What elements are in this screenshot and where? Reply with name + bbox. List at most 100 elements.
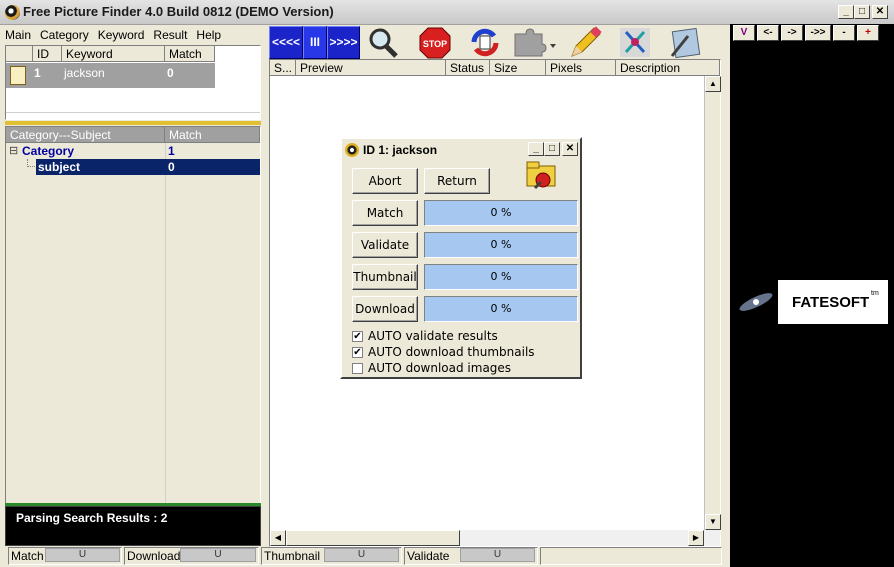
results-col-pixels[interactable]: Pixels: [546, 60, 616, 76]
column-divider: [165, 143, 166, 503]
brand-trademark: tm: [871, 290, 879, 297]
dialog-maximize-button[interactable]: □: [544, 142, 560, 156]
status-message: Parsing Search Results : 2: [16, 511, 168, 525]
title-bar[interactable]: Free Picture Finder 4.0 Build 0812 (DEMO…: [0, 0, 894, 25]
brand-name: FATESOFT: [792, 294, 870, 311]
dialog-app-icon: [345, 143, 359, 157]
grid-divider: [6, 112, 260, 113]
keyword-grid[interactable]: ID Keyword Match 1 jackson 0: [5, 45, 261, 120]
zoom-in-button[interactable]: +: [857, 25, 879, 41]
validate-button[interactable]: Validate: [352, 232, 418, 258]
menu-keyword[interactable]: Keyword: [93, 25, 149, 42]
status-download-bar: U: [180, 548, 256, 562]
pause-button[interactable]: III: [303, 26, 327, 59]
status-thumbnail-bar: U: [324, 548, 399, 562]
scroll-down-icon[interactable]: ▼: [705, 514, 721, 530]
search-icon[interactable]: [366, 26, 400, 59]
auto-validate-label: AUTO validate results: [368, 329, 498, 343]
return-button[interactable]: Return: [424, 168, 490, 194]
progress-dialog: ID 1: jackson _ □ ✕ Abort Return Match 0…: [340, 137, 582, 379]
keyword-col-keyword[interactable]: Keyword: [62, 46, 165, 62]
window-title: Free Picture Finder 4.0 Build 0812 (DEMO…: [23, 4, 334, 19]
horizontal-scrollbar[interactable]: ◀ ▶: [270, 530, 720, 546]
view-button[interactable]: V: [733, 25, 755, 41]
results-col-size[interactable]: Size: [490, 60, 546, 76]
maximize-button[interactable]: □: [854, 5, 870, 19]
dialog-close-button[interactable]: ✕: [562, 142, 578, 156]
forward-button[interactable]: ->: [781, 25, 803, 41]
keyword-col-match[interactable]: Match: [165, 46, 215, 62]
menu-category[interactable]: Category: [35, 25, 93, 42]
auto-thumbnails-label: AUTO download thumbnails: [368, 345, 535, 359]
tools-icon[interactable]: [668, 26, 702, 59]
back-button[interactable]: <-: [757, 25, 779, 41]
status-match-label: Match: [11, 549, 44, 563]
status-panel: Parsing Search Results : 2: [5, 506, 261, 546]
auto-thumbnails-checkbox[interactable]: ✔: [352, 347, 363, 358]
category-grid[interactable]: Category---Subject Match ⊟ Category 1 su…: [5, 126, 261, 504]
results-col-status-short[interactable]: S...: [270, 60, 296, 76]
menu-result[interactable]: Result: [148, 25, 191, 42]
keyword-text: jackson: [64, 66, 105, 80]
refresh-icon[interactable]: [468, 26, 502, 59]
subject-row[interactable]: subject 0: [36, 159, 260, 175]
scroll-left-icon[interactable]: ◀: [270, 530, 286, 546]
keyword-col-icon[interactable]: [6, 46, 33, 62]
splitter[interactable]: [5, 121, 261, 125]
auto-images-label: AUTO download images: [368, 361, 512, 375]
folder-search-icon: [525, 158, 559, 192]
match-progress: 0 %: [424, 200, 578, 226]
download-button[interactable]: Download: [352, 296, 418, 322]
stop-icon[interactable]: STOP: [418, 26, 452, 59]
forward-end-button[interactable]: ->>: [805, 25, 831, 41]
status-match-bar: U: [45, 548, 120, 562]
category-label: Category: [22, 144, 75, 158]
collapse-icon[interactable]: ⊟: [9, 144, 18, 157]
close-button[interactable]: ✕: [872, 5, 888, 19]
next-page-button[interactable]: >>>>: [327, 26, 360, 59]
category-row[interactable]: ⊟ Category 1: [6, 143, 260, 159]
results-col-preview[interactable]: Preview: [296, 60, 446, 76]
status-validate-label: Validate: [407, 549, 450, 563]
category-col-match[interactable]: Match: [165, 127, 260, 143]
thumbnail-button[interactable]: Thumbnail: [352, 264, 418, 290]
prev-page-button[interactable]: <<<<: [269, 26, 303, 59]
auto-images-checkbox[interactable]: [352, 363, 363, 374]
keyword-id: 1: [34, 66, 41, 80]
match-button[interactable]: Match: [352, 200, 418, 226]
subject-match: 0: [168, 160, 175, 174]
network-icon[interactable]: [618, 26, 652, 59]
pencil-icon[interactable]: [568, 26, 602, 59]
menu-bar: Main Category Keyword Result Help: [0, 25, 262, 45]
status-download-label: Download: [127, 549, 181, 563]
menu-help[interactable]: Help: [191, 25, 225, 42]
menu-main[interactable]: Main: [0, 25, 35, 42]
dialog-title: ID 1: jackson: [363, 143, 438, 157]
results-col-description[interactable]: Description: [616, 60, 720, 76]
scroll-up-icon[interactable]: ▲: [705, 76, 721, 92]
puzzle-icon[interactable]: [512, 26, 556, 59]
zoom-out-button[interactable]: -: [833, 25, 855, 41]
keyword-match: 0: [167, 66, 174, 80]
vertical-scrollbar[interactable]: ▲ ▼: [704, 76, 721, 530]
abort-button[interactable]: Abort: [352, 168, 418, 194]
status-extra: [540, 547, 722, 565]
auto-validate-checkbox[interactable]: ✔: [352, 331, 363, 342]
download-progress: 0 %: [424, 296, 578, 322]
minimize-button[interactable]: _: [838, 5, 854, 19]
galaxy-icon: [736, 282, 776, 322]
scroll-thumb[interactable]: [286, 530, 460, 546]
clipboard-icon: [10, 66, 26, 85]
app-icon: [5, 5, 20, 20]
keyword-row[interactable]: 1 jackson 0: [6, 63, 215, 88]
stop-label: STOP: [423, 39, 447, 49]
thumbnail-progress: 0 %: [424, 264, 578, 290]
status-validate-bar: U: [460, 548, 535, 562]
results-col-status[interactable]: Status: [446, 60, 490, 76]
dialog-minimize-button[interactable]: _: [528, 142, 544, 156]
subject-label: subject: [38, 160, 81, 174]
keyword-col-id[interactable]: ID: [33, 46, 62, 62]
left-splitter[interactable]: [262, 25, 268, 547]
scroll-right-icon[interactable]: ▶: [688, 530, 704, 546]
category-col-subject[interactable]: Category---Subject: [6, 127, 165, 143]
